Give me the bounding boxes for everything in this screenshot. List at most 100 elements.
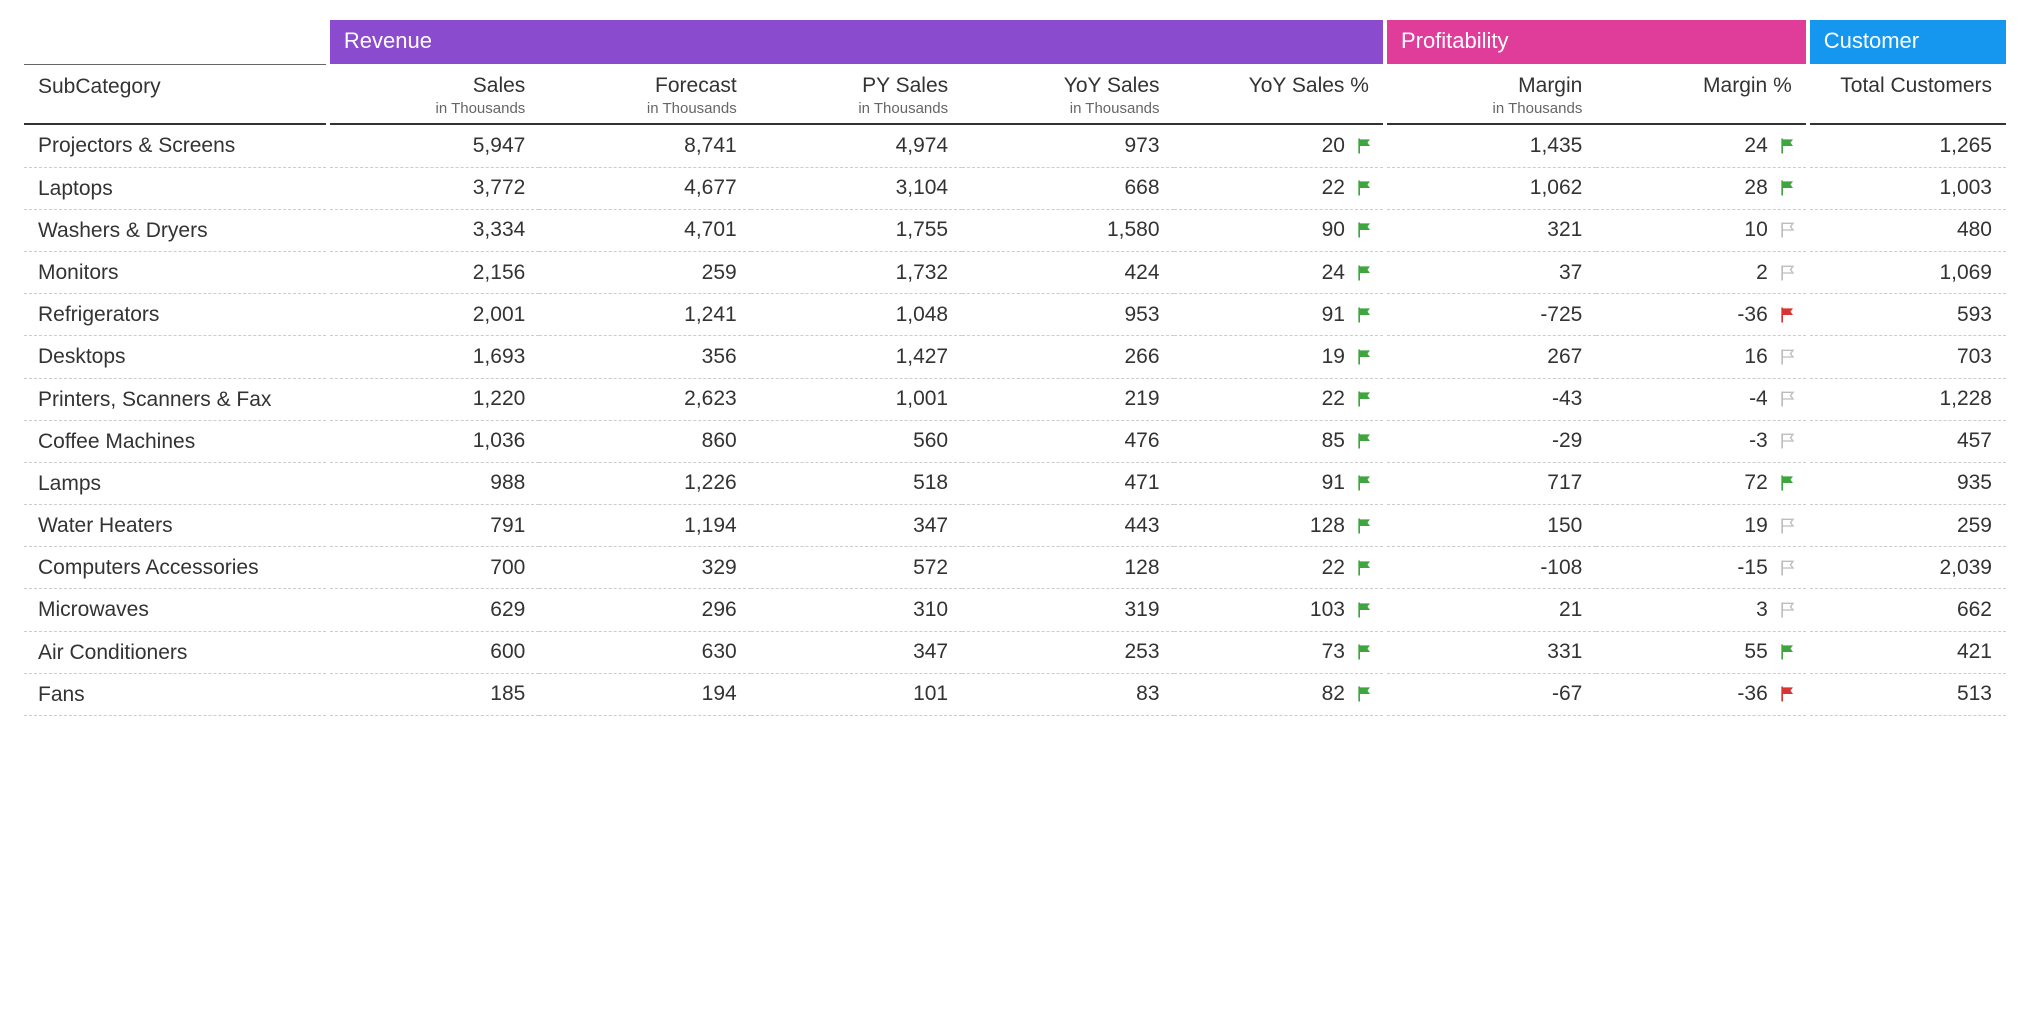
column-header-py-sales[interactable]: PY Salesin Thousands [751,64,962,124]
cell-subcategory: Laptops [24,167,328,209]
group-header-profitability[interactable]: Profitability [1385,20,1808,64]
cell-subcategory: Desktops [24,336,328,378]
cell-yoy-pct: 91 [1174,294,1385,336]
flag-icon [1778,263,1798,283]
cell-forecast: 1,194 [539,505,750,547]
cell-subcategory: Washers & Dryers [24,209,328,251]
table-row[interactable]: Lamps9881,2265184719171772935 [24,462,2006,504]
cell-customers: 1,003 [1808,167,2006,209]
table-row[interactable]: Fans1851941018382-67-36513 [24,673,2006,715]
group-header-customer[interactable]: Customer [1808,20,2006,64]
cell-sales: 3,772 [328,167,539,209]
cell-yoy-pct: 22 [1174,547,1385,589]
cell-customers: 421 [1808,631,2006,673]
cell-forecast: 1,226 [539,462,750,504]
cell-margin: 1,435 [1385,124,1596,167]
cell-yoy-sales: 219 [962,378,1173,420]
table-row[interactable]: Desktops1,6933561,4272661926716703 [24,336,2006,378]
flag-icon [1355,347,1375,367]
cell-yoy-pct: 19 [1174,336,1385,378]
cell-yoy-sales: 253 [962,631,1173,673]
cell-sales: 5,947 [328,124,539,167]
cell-customers: 662 [1808,589,2006,631]
cell-sales: 1,036 [328,420,539,462]
column-header-customers[interactable]: Total Customers [1808,64,2006,124]
cell-subcategory: Printers, Scanners & Fax [24,378,328,420]
table-row[interactable]: Refrigerators2,0011,2411,04895391-725-36… [24,294,2006,336]
cell-forecast: 259 [539,251,750,293]
cell-yoy-sales: 128 [962,547,1173,589]
table-row[interactable]: Projectors & Screens5,9478,7414,97497320… [24,124,2006,167]
cell-sales: 2,156 [328,251,539,293]
table-row[interactable]: Monitors2,1562591,732424243721,069 [24,251,2006,293]
group-header-revenue[interactable]: Revenue [328,20,1385,64]
cell-subcategory: Projectors & Screens [24,124,328,167]
table-row[interactable]: Coffee Machines1,03686056047685-29-3457 [24,420,2006,462]
cell-yoy-pct: 82 [1174,673,1385,715]
column-header-margin[interactable]: Marginin Thousands [1385,64,1596,124]
cell-yoy-sales: 471 [962,462,1173,504]
flag-icon [1355,220,1375,240]
cell-margin: -43 [1385,378,1596,420]
cell-py-sales: 101 [751,673,962,715]
column-header-yoy-sales[interactable]: YoY Salesin Thousands [962,64,1173,124]
table-row[interactable]: Microwaves629296310319103213662 [24,589,2006,631]
flag-icon [1778,220,1798,240]
cell-margin-pct: -36 [1596,673,1807,715]
cell-yoy-pct: 73 [1174,631,1385,673]
column-header-margin-pct[interactable]: Margin % [1596,64,1807,124]
flag-icon [1355,178,1375,198]
flag-icon [1355,684,1375,704]
cell-margin: 1,062 [1385,167,1596,209]
cell-customers: 259 [1808,505,2006,547]
cell-margin-pct: 16 [1596,336,1807,378]
cell-margin: -108 [1385,547,1596,589]
cell-yoy-pct: 20 [1174,124,1385,167]
cell-margin: 331 [1385,631,1596,673]
cell-sales: 600 [328,631,539,673]
cell-margin-pct: 24 [1596,124,1807,167]
cell-forecast: 296 [539,589,750,631]
table-row[interactable]: Printers, Scanners & Fax1,2202,6231,0012… [24,378,2006,420]
cell-subcategory: Lamps [24,462,328,504]
table-row[interactable]: Washers & Dryers3,3344,7011,7551,5809032… [24,209,2006,251]
cell-margin: 321 [1385,209,1596,251]
cell-customers: 593 [1808,294,2006,336]
cell-py-sales: 4,974 [751,124,962,167]
cell-sales: 1,220 [328,378,539,420]
cell-sales: 791 [328,505,539,547]
cell-sales: 629 [328,589,539,631]
table-row[interactable]: Water Heaters7911,19434744312815019259 [24,505,2006,547]
cell-margin-pct: 2 [1596,251,1807,293]
column-header-sales[interactable]: Salesin Thousands [328,64,539,124]
table-row[interactable]: Computers Accessories70032957212822-108-… [24,547,2006,589]
cell-margin-pct: -3 [1596,420,1807,462]
cell-customers: 935 [1808,462,2006,504]
flag-icon [1778,473,1798,493]
cell-py-sales: 1,732 [751,251,962,293]
flag-icon [1778,178,1798,198]
cell-py-sales: 310 [751,589,962,631]
column-header-subcategory[interactable]: SubCategory [24,64,328,124]
cell-yoy-pct: 85 [1174,420,1385,462]
cell-margin: -725 [1385,294,1596,336]
cell-yoy-pct: 22 [1174,167,1385,209]
cell-py-sales: 1,048 [751,294,962,336]
cell-forecast: 329 [539,547,750,589]
table-row[interactable]: Air Conditioners6006303472537333155421 [24,631,2006,673]
column-header-forecast[interactable]: Forecastin Thousands [539,64,750,124]
cell-yoy-sales: 424 [962,251,1173,293]
flag-icon [1355,305,1375,325]
cell-py-sales: 347 [751,505,962,547]
cell-forecast: 2,623 [539,378,750,420]
cell-customers: 1,069 [1808,251,2006,293]
flag-icon [1355,473,1375,493]
table-row[interactable]: Laptops3,7724,6773,104668221,062281,003 [24,167,2006,209]
cell-py-sales: 1,001 [751,378,962,420]
column-header-yoy-pct[interactable]: YoY Sales % [1174,64,1385,124]
flag-icon [1778,389,1798,409]
cell-subcategory: Coffee Machines [24,420,328,462]
cell-margin-pct: 72 [1596,462,1807,504]
cell-sales: 700 [328,547,539,589]
cell-yoy-pct: 128 [1174,505,1385,547]
